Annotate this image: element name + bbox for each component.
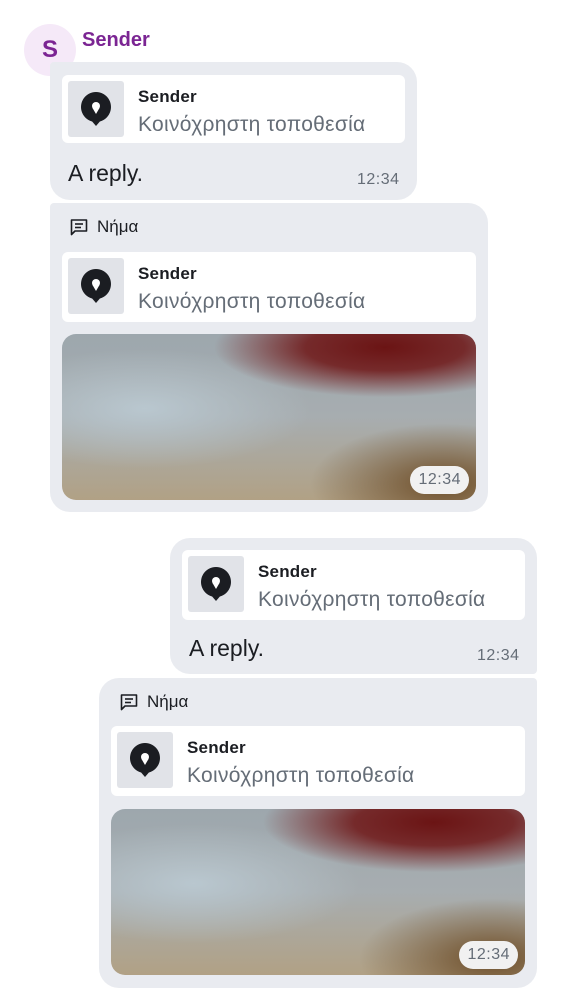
message-bubble[interactable]: Sender Κοινόχρηστη τοποθεσία A reply. 12…: [50, 62, 417, 200]
message-text: A reply.: [68, 160, 143, 186]
reply-quote[interactable]: Sender Κοινόχρηστη τοποθεσία: [182, 550, 525, 620]
message-bubble[interactable]: Νήμα Sender Κοινόχρηστη τοποθεσία 12:34: [50, 203, 488, 512]
quote-text: Κοινόχρηστη τοποθεσία: [258, 588, 486, 611]
quote-text: Κοινόχρηστη τοποθεσία: [138, 290, 366, 313]
blurred-image[interactable]: 12:34: [111, 809, 525, 975]
blurred-image[interactable]: 12:34: [62, 334, 476, 500]
quote-text: Κοινόχρηστη τοποθεσία: [187, 764, 415, 787]
location-pin-icon: [80, 269, 111, 303]
message-bubble[interactable]: Νήμα Sender Κοινόχρηστη τοποθεσία 12:34: [99, 678, 537, 988]
timestamp: 12:34: [477, 647, 520, 664]
thread-icon: [120, 694, 138, 711]
sender-name[interactable]: Sender: [82, 29, 150, 52]
reply-quote[interactable]: Sender Κοινόχρηστη τοποθεσία: [111, 726, 525, 796]
location-thumbnail: [68, 81, 124, 137]
quote-text: Κοινόχρηστη τοποθεσία: [138, 113, 366, 136]
quote-sender: Sender: [187, 738, 246, 757]
timestamp: 12:34: [357, 171, 400, 188]
message-bubble[interactable]: Sender Κοινόχρηστη τοποθεσία A reply. 12…: [170, 538, 537, 674]
message-text: A reply.: [189, 635, 264, 661]
location-pin-icon: [80, 92, 111, 126]
image-timestamp: 12:34: [410, 466, 469, 494]
reply-quote[interactable]: Sender Κοινόχρηστη τοποθεσία: [62, 252, 476, 322]
thread-label: Νήμα: [147, 692, 189, 711]
location-thumbnail: [117, 732, 173, 788]
thread-label: Νήμα: [97, 217, 139, 236]
location-pin-icon: [200, 567, 231, 601]
avatar-initial: S: [41, 36, 58, 63]
quote-sender: Sender: [138, 264, 197, 283]
location-thumbnail: [188, 556, 244, 612]
thread-link[interactable]: Νήμα: [69, 217, 138, 237]
image-timestamp: 12:34: [459, 941, 518, 969]
location-thumbnail: [68, 258, 124, 314]
thread-link[interactable]: Νήμα: [119, 692, 188, 712]
quote-sender: Sender: [138, 87, 197, 106]
quote-sender: Sender: [258, 562, 317, 581]
reply-quote[interactable]: Sender Κοινόχρηστη τοποθεσία: [62, 75, 405, 143]
location-pin-icon: [129, 743, 160, 777]
thread-icon: [70, 219, 88, 236]
